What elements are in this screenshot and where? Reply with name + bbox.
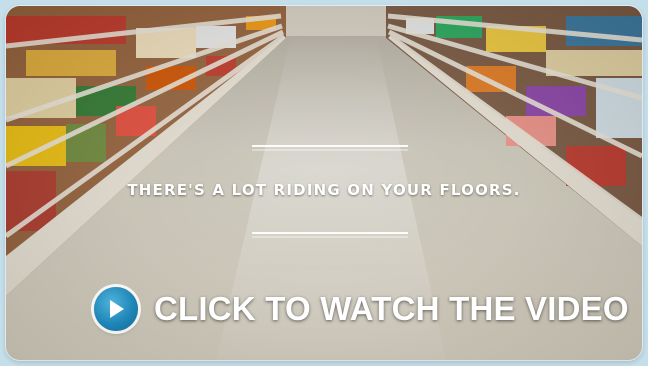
play-button[interactable] xyxy=(94,287,138,331)
watch-video-cta[interactable]: CLICK TO WATCH THE VIDEO xyxy=(94,284,629,334)
watch-video-label[interactable]: CLICK TO WATCH THE VIDEO xyxy=(154,290,629,328)
play-icon xyxy=(110,300,124,318)
page-frame: THERE'S A LOT RIDING ON YOUR FLOORS. CLI… xyxy=(0,0,648,366)
video-thumbnail[interactable]: THERE'S A LOT RIDING ON YOUR FLOORS. CLI… xyxy=(6,6,642,360)
divider-top xyxy=(252,145,408,147)
divider-bottom xyxy=(252,232,408,234)
tagline-text: THERE'S A LOT RIDING ON YOUR FLOORS. xyxy=(127,181,521,199)
